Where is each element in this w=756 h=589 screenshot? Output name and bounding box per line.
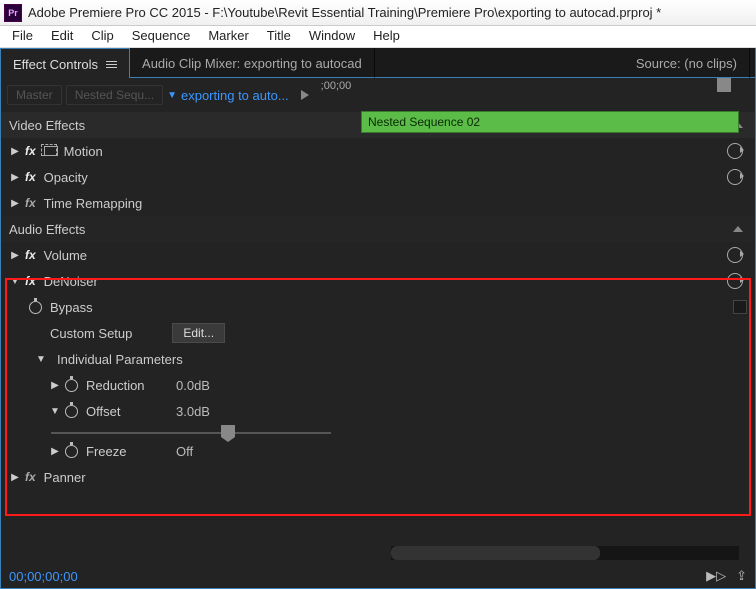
menu-sequence[interactable]: Sequence [124, 26, 199, 47]
scrollbar-thumb[interactable] [391, 546, 600, 560]
effect-label: Volume [44, 248, 727, 263]
bottom-bar: 00;00;00;00 ▶▷ ⇪ [1, 564, 755, 588]
effect-volume[interactable]: fx Volume [1, 242, 755, 268]
effect-label: DeNoiser [44, 274, 727, 289]
group-individual-parameters[interactable]: Individual Parameters [1, 346, 755, 372]
fx-icon[interactable]: fx [25, 144, 36, 158]
menu-file[interactable]: File [4, 26, 41, 47]
title-bar: Pr Adobe Premiere Pro CC 2015 - F:\Youtu… [0, 0, 756, 26]
menu-title[interactable]: Title [259, 26, 299, 47]
param-label: Reduction [86, 378, 176, 393]
timeline-playhead[interactable] [717, 78, 731, 92]
menu-marker[interactable]: Marker [200, 26, 256, 47]
collapse-icon[interactable] [9, 276, 21, 287]
fx-icon[interactable]: fx [25, 196, 36, 210]
param-custom-setup: Custom Setup Edit... [1, 320, 755, 346]
expand-icon[interactable] [9, 146, 21, 157]
fx-icon[interactable]: fx [25, 248, 36, 262]
motion-icon [44, 146, 58, 156]
panel-menu-icon[interactable] [106, 61, 117, 68]
fx-icon[interactable]: fx [25, 274, 36, 288]
breadcrumb: Master Nested Sequ... ▼ exporting to aut… [1, 78, 755, 112]
section-label: Audio Effects [9, 222, 733, 237]
breadcrumb-nested[interactable]: Nested Sequ... [66, 85, 163, 105]
timecode[interactable]: 00;00;00;00 [9, 569, 78, 584]
reset-icon[interactable] [727, 273, 743, 289]
slider-track[interactable] [51, 432, 331, 434]
effect-label: Time Remapping [44, 196, 747, 211]
stopwatch-icon[interactable] [65, 405, 78, 418]
collapse-icon[interactable] [35, 354, 47, 365]
expand-icon[interactable] [9, 250, 21, 261]
fx-icon[interactable]: fx [25, 470, 36, 484]
collapse-icon[interactable] [733, 226, 743, 232]
param-bypass[interactable]: Bypass [1, 294, 755, 320]
tab-effect-controls[interactable]: Effect Controls [0, 48, 130, 78]
window-title: Adobe Premiere Pro CC 2015 - F:\Youtube\… [28, 5, 661, 20]
effect-label: Motion [64, 144, 727, 159]
effect-label: Opacity [44, 170, 727, 185]
effect-denoiser[interactable]: fx DeNoiser [1, 268, 755, 294]
section-audio-effects[interactable]: Audio Effects [1, 216, 755, 242]
collapse-icon[interactable] [49, 406, 61, 417]
expand-icon[interactable] [9, 172, 21, 183]
stopwatch-icon[interactable] [65, 445, 78, 458]
effect-panner[interactable]: fx Panner [1, 464, 755, 490]
offset-slider[interactable] [1, 424, 755, 438]
export-icon[interactable]: ⇪ [736, 568, 747, 584]
reset-icon[interactable] [727, 247, 743, 263]
param-label: Custom Setup [50, 326, 132, 341]
effect-label: Panner [44, 470, 747, 485]
menu-clip[interactable]: Clip [83, 26, 121, 47]
tab-source[interactable]: Source: (no clips) [624, 48, 750, 78]
loop-icon[interactable]: ▶▷ [706, 568, 726, 584]
param-freeze[interactable]: Freeze Off [1, 438, 755, 464]
stopwatch-icon[interactable] [65, 379, 78, 392]
slider-thumb[interactable] [221, 425, 235, 437]
breadcrumb-clip[interactable]: exporting to auto... [181, 88, 289, 103]
param-offset[interactable]: Offset 3.0dB [1, 398, 755, 424]
panel-area: Effect Controls Audio Clip Mixer: export… [0, 48, 756, 589]
menu-edit[interactable]: Edit [43, 26, 81, 47]
timeline-tick: ;00;00 [321, 80, 352, 92]
reset-icon[interactable] [727, 169, 743, 185]
chevron-down-icon[interactable]: ▼ [167, 90, 177, 101]
param-value[interactable]: Off [176, 444, 236, 459]
tab-label: Effect Controls [13, 57, 98, 72]
effect-time-remapping[interactable]: fx Time Remapping [1, 190, 755, 216]
breadcrumb-master[interactable]: Master [7, 85, 62, 105]
stopwatch-icon[interactable] [29, 301, 42, 314]
effect-controls-panel: Master Nested Sequ... ▼ exporting to aut… [0, 78, 756, 589]
param-label: Bypass [50, 300, 715, 315]
group-label: Individual Parameters [57, 352, 747, 367]
expand-icon[interactable] [49, 380, 61, 391]
tab-row: Effect Controls Audio Clip Mixer: export… [0, 48, 756, 78]
param-reduction[interactable]: Reduction 0.0dB [1, 372, 755, 398]
tab-label: Audio Clip Mixer: exporting to autocad [142, 56, 362, 71]
expand-icon[interactable] [9, 472, 21, 483]
effect-opacity[interactable]: fx Opacity [1, 164, 755, 190]
param-value[interactable]: 0.0dB [176, 378, 236, 393]
menu-window[interactable]: Window [301, 26, 363, 47]
expand-icon[interactable] [9, 198, 21, 209]
reset-icon[interactable] [727, 143, 743, 159]
param-label: Offset [86, 404, 176, 419]
clip-strip[interactable]: Nested Sequence 02 [361, 111, 739, 133]
bypass-checkbox[interactable] [733, 300, 747, 314]
fx-icon[interactable]: fx [25, 170, 36, 184]
menu-help[interactable]: Help [365, 26, 408, 47]
timeline-scrollbar[interactable] [391, 546, 739, 560]
timeline-ruler[interactable]: ;00;00 [319, 78, 749, 112]
play-icon[interactable] [301, 90, 309, 100]
effect-motion[interactable]: fx Motion [1, 138, 755, 164]
param-value[interactable]: 3.0dB [176, 404, 236, 419]
tab-audio-mixer[interactable]: Audio Clip Mixer: exporting to autocad [130, 48, 375, 78]
edit-button[interactable]: Edit... [172, 323, 225, 343]
tab-label: Source: (no clips) [636, 56, 737, 71]
app-icon: Pr [4, 4, 22, 22]
param-label: Freeze [86, 444, 176, 459]
expand-icon[interactable] [49, 446, 61, 457]
menu-bar: File Edit Clip Sequence Marker Title Win… [0, 26, 756, 48]
